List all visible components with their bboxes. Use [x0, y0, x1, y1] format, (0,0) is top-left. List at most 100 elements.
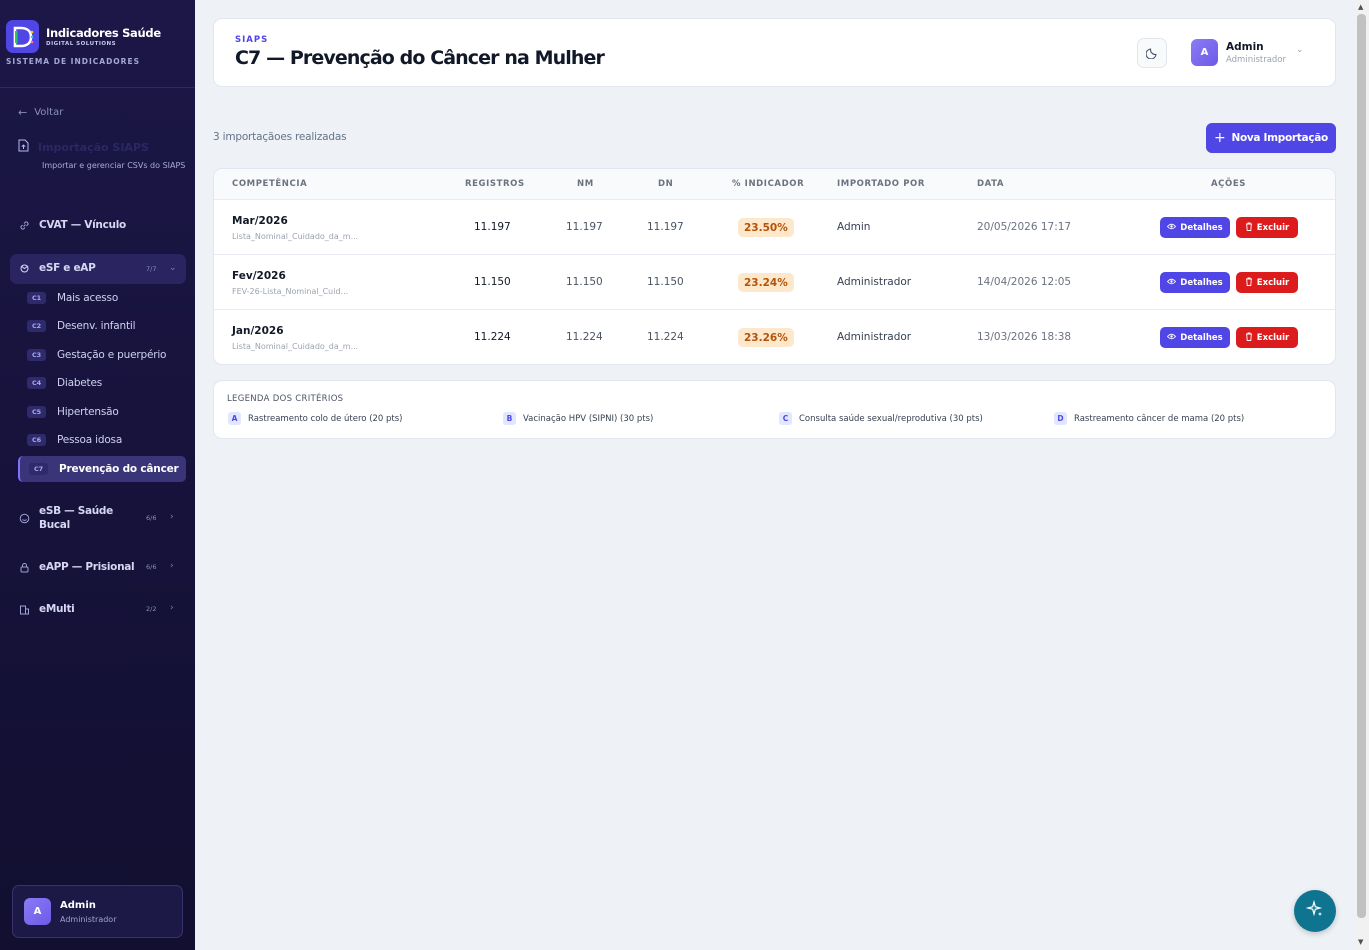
sidebar-item-import[interactable]: Importação SIAPS Importar e gerenciar CS… [18, 139, 188, 172]
sidebar-item-label: Diabetes [57, 377, 103, 389]
registros-cell: 11.150 [474, 276, 511, 288]
indicator-code-badge: C5 [27, 406, 46, 418]
legend-label: Rastreamento câncer de mama (20 pts) [1074, 413, 1245, 424]
scroll-up-icon[interactable]: ▲ [1358, 3, 1363, 11]
eapp-group-label: eAPP — Prisional [39, 561, 135, 573]
chevron-right-icon[interactable]: › [170, 512, 174, 522]
column-header: IMPORTADO POR [837, 179, 925, 189]
indicator-code-badge: C3 [27, 349, 46, 361]
indicator-badge: 23.50% [738, 218, 794, 237]
scrollbar-thumb[interactable] [1357, 14, 1366, 918]
file-name-cell: Lista_Nominal_Cuidado_da_m... [232, 232, 359, 241]
nm-cell: 11.150 [566, 276, 603, 288]
lock-icon [18, 562, 30, 573]
dn-cell: 11.197 [647, 221, 684, 233]
sidebar-item-c5[interactable]: C5 Hipertensão [18, 399, 186, 425]
indicator-badge: 23.24% [738, 273, 794, 292]
brand-title: Indicadores Saúde [46, 26, 161, 40]
sidebar-item-c7[interactable]: C7 Prevenção do câncer [18, 456, 186, 482]
details-label: Detalhes [1180, 277, 1223, 288]
sidebar-divider [0, 87, 195, 88]
header-user-role: Administrador [1226, 54, 1287, 65]
page-header: SIAPS C7 — Prevenção do Câncer na Mulher… [213, 18, 1336, 87]
sidebar-user-name: Admin [60, 899, 96, 911]
breadcrumb: SIAPS [235, 35, 269, 45]
competencia-cell: Jan/2026 [232, 325, 284, 337]
theme-toggle-button[interactable] [1137, 38, 1167, 68]
sidebar-group-esb[interactable]: eSB — Saúde Bucal [18, 504, 138, 532]
sidebar-item-c3[interactable]: C3 Gestação e puerpério [18, 342, 186, 368]
sidebar: Indicadores Saúde DIGITAL SOLUTIONS SIST… [0, 0, 195, 950]
delete-button[interactable]: Excluir [1236, 272, 1298, 293]
chevron-down-icon[interactable]: ⌄ [169, 263, 177, 273]
details-button[interactable]: Detalhes [1160, 217, 1230, 238]
legend-label: Vacinação HPV (SIPNI) (30 pts) [523, 413, 654, 424]
eapp-group-count: 6/6 [146, 563, 157, 571]
sidebar-item-label: Pessoa idosa [57, 434, 123, 446]
sidebar-group-esf-label[interactable]: eSF e eAP [18, 262, 96, 274]
scroll-down-icon[interactable]: ▼ [1358, 938, 1363, 946]
back-label: Voltar [34, 107, 64, 118]
chevron-right-icon[interactable]: › [170, 561, 174, 571]
sidebar-group-eapp[interactable]: eAPP — Prisional [18, 561, 135, 573]
file-name-cell: FEV-26-Lista_Nominal_Cuid... [232, 287, 349, 296]
sidebar-item-c4[interactable]: C4 Diabetes [18, 370, 186, 396]
esf-group-count: 7/7 [146, 265, 157, 273]
legend-title: LEGENDA DOS CRITÉRIOS [227, 394, 344, 404]
link-icon [18, 220, 30, 231]
scrollbar[interactable]: ▲ ▼ [1355, 0, 1369, 950]
eye-icon [1167, 223, 1177, 232]
new-import-button[interactable]: + Nova Importação [1206, 123, 1336, 153]
sidebar-item-label: Prevenção do câncer [59, 463, 179, 475]
sidebar-user-card[interactable]: A Admin Administrador [12, 885, 183, 938]
chevron-down-icon[interactable]: ⌄ [1296, 45, 1304, 55]
sidebar-item-c1[interactable]: C1 Mais acesso [18, 285, 186, 311]
delete-button[interactable]: Excluir [1236, 217, 1298, 238]
header-user-name: Admin [1226, 40, 1264, 53]
esb-group-count: 6/6 [146, 514, 157, 522]
avatar: A [24, 898, 51, 925]
sidebar-item-label: Mais acesso [57, 292, 119, 304]
nm-cell: 11.197 [566, 221, 603, 233]
registros-cell: 11.197 [474, 221, 511, 233]
page-title: C7 — Prevenção do Câncer na Mulher [235, 47, 605, 69]
trash-icon [1245, 222, 1253, 233]
dn-cell: 11.150 [647, 276, 684, 288]
table-row: Mar/2026 Lista_Nominal_Cuidado_da_m... 11.… [214, 200, 1335, 255]
column-header: % INDICADOR [732, 179, 805, 189]
legend-key: C [779, 412, 792, 425]
avatar: A [1191, 39, 1218, 66]
chevron-right-icon[interactable]: › [170, 603, 174, 613]
imported-by-cell: Administrador [837, 331, 912, 343]
sidebar-group-emulti[interactable]: eMulti [18, 603, 75, 615]
column-header: DN [658, 179, 674, 189]
legend-item: C Consulta saúde sexual/reprodutiva (30 … [779, 412, 983, 425]
back-link[interactable]: ← Voltar [18, 106, 63, 119]
dn-cell: 11.224 [647, 331, 684, 343]
brand[interactable]: Indicadores Saúde DIGITAL SOLUTIONS [0, 0, 195, 56]
emulti-group-count: 2/2 [146, 605, 157, 613]
legend-item: B Vacinação HPV (SIPNI) (30 pts) [503, 412, 653, 425]
sparkles-icon [1305, 899, 1324, 922]
nm-cell: 11.224 [566, 331, 603, 343]
indicator-code-badge: C2 [27, 320, 46, 332]
brand-subtitle: DIGITAL SOLUTIONS [46, 41, 117, 47]
smile-icon [18, 513, 30, 524]
ai-assistant-button[interactable] [1294, 890, 1336, 932]
emulti-group-label: eMulti [39, 603, 75, 615]
sidebar-item-c6[interactable]: C6 Pessoa idosa [18, 427, 186, 453]
arrow-left-icon: ← [18, 106, 28, 119]
details-button[interactable]: Detalhes [1160, 327, 1230, 348]
sidebar-item-label: Desenv. infantil [57, 320, 136, 332]
column-header: AÇÕES [1211, 179, 1246, 189]
imports-table: COMPETÊNCIA REGISTROS NM DN % INDICADOR … [213, 168, 1336, 365]
legend-label: Rastreamento colo de útero (20 pts) [248, 413, 403, 424]
sidebar-item-cvat[interactable]: CVAT — Vínculo [18, 219, 126, 231]
delete-button[interactable]: Excluir [1236, 327, 1298, 348]
sidebar-item-c2[interactable]: C2 Desenv. infantil [18, 313, 186, 339]
header-user-menu[interactable]: A Admin Administrador [1191, 39, 1286, 66]
delete-label: Excluir [1256, 332, 1290, 343]
legend-item: D Rastreamento câncer de mama (20 pts) [1054, 412, 1244, 425]
esf-group-label: eSF e eAP [39, 262, 96, 274]
details-button[interactable]: Detalhes [1160, 272, 1230, 293]
